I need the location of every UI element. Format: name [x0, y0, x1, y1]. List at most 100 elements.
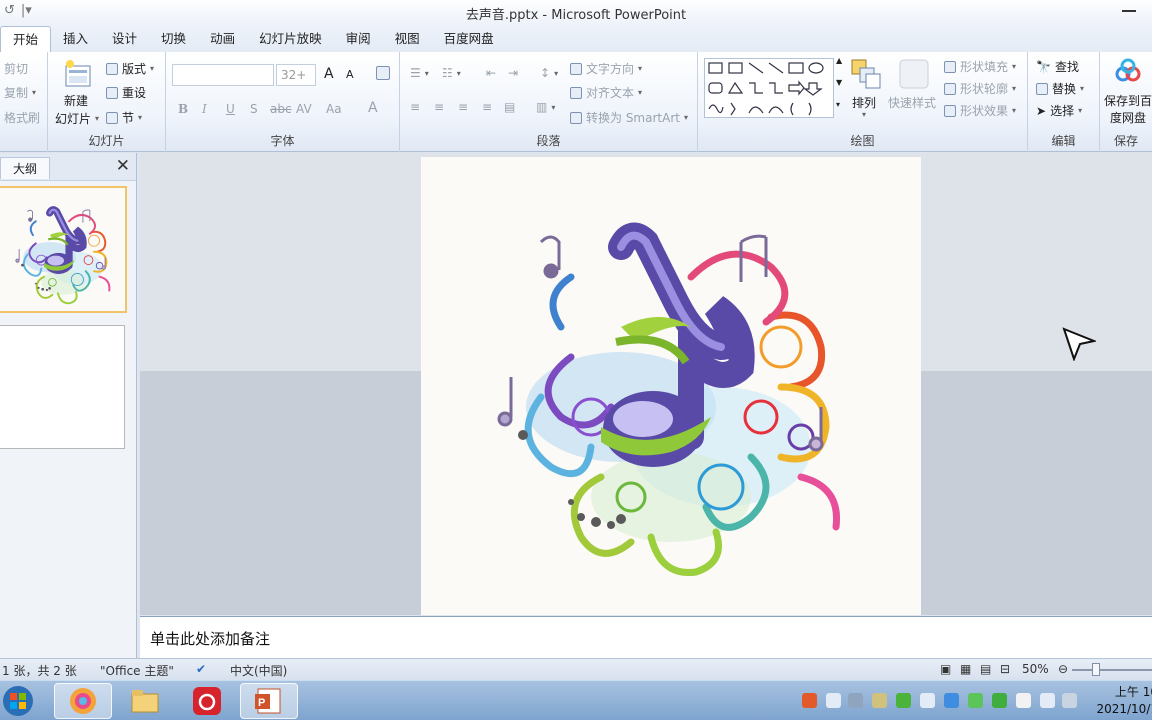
network-devices-icon[interactable]: [848, 693, 863, 708]
select-button[interactable]: ➤ 选择 ▾: [1036, 102, 1082, 119]
line-spacing-button[interactable]: ↕ ▾: [540, 66, 558, 80]
decrease-indent-button[interactable]: ⇤: [486, 66, 496, 80]
reset-button[interactable]: 重设: [106, 84, 146, 101]
system-clock[interactable]: 上午 10 2021/10/1: [1096, 684, 1152, 718]
reading-view-icon[interactable]: ▤: [980, 662, 991, 676]
network-icon[interactable]: [1062, 693, 1077, 708]
notes-pane[interactable]: 单击此处添加备注: [140, 616, 1152, 658]
grow-font-button[interactable]: A: [324, 66, 334, 82]
format-painter-button[interactable]: 格式刷: [4, 109, 40, 126]
font-size-select[interactable]: 32+: [276, 64, 316, 86]
shapes-scroll-down-icon[interactable]: ▼: [836, 78, 842, 87]
slides-group: 新建 幻灯片 ▾ 版式 ▾ 重设 节 ▾ 幻灯片: [48, 52, 166, 152]
font-color-button[interactable]: A: [368, 100, 378, 116]
speaker-icon[interactable]: [1040, 693, 1055, 708]
slideshow-view-icon[interactable]: ⊟: [1000, 662, 1010, 676]
tab-design[interactable]: 设计: [100, 26, 149, 52]
copy-button[interactable]: 复制 ▾: [4, 84, 36, 101]
zoom-out-icon[interactable]: ⊖: [1058, 662, 1068, 676]
title-bar: ↺ |▾ 去声音.pptx - Microsoft PowerPoint: [0, 0, 1152, 24]
align-center-button[interactable]: ≡: [434, 100, 444, 114]
file-explorer-icon[interactable]: [116, 683, 174, 719]
shapes-scroll-up-icon[interactable]: ▲: [836, 56, 842, 65]
shape-outline-button[interactable]: 形状轮廓 ▾: [944, 80, 1016, 97]
underline-button[interactable]: U: [226, 102, 235, 116]
find-button[interactable]: 🔭 查找: [1036, 58, 1079, 75]
netease-music-icon[interactable]: [178, 683, 236, 719]
spell-check-icon[interactable]: ✔: [196, 662, 206, 676]
new-slide-button[interactable]: 幻灯片 ▾: [55, 110, 99, 127]
distributed-button[interactable]: ▤: [504, 100, 515, 114]
minimize-button[interactable]: [1122, 2, 1136, 12]
tray-expand-icon[interactable]: [826, 693, 841, 708]
language-indicator[interactable]: 中文(中国): [230, 662, 287, 679]
increase-indent-button[interactable]: ⇥: [508, 66, 518, 80]
update-icon[interactable]: [992, 693, 1007, 708]
tab-animations[interactable]: 动画: [198, 26, 247, 52]
slide-thumbnail-1[interactable]: [0, 186, 127, 313]
arrange-button[interactable]: 排列: [852, 94, 876, 111]
tab-outline[interactable]: 大纲: [0, 157, 50, 179]
text-direction-icon: [570, 62, 582, 75]
reset-label: 重设: [122, 86, 147, 100]
tab-view[interactable]: 视图: [383, 26, 432, 52]
tab-baidu-netdisk[interactable]: 百度网盘: [432, 26, 506, 52]
smartart-button[interactable]: 转换为 SmartArt ▾: [570, 109, 688, 126]
tab-home[interactable]: 开始: [0, 26, 52, 52]
powerpoint-icon[interactable]: P: [240, 683, 298, 719]
bullets-button[interactable]: ☰ ▾: [410, 66, 429, 80]
clear-formatting-icon[interactable]: [376, 66, 390, 80]
tab-review[interactable]: 审阅: [334, 26, 383, 52]
slide-sorter-icon[interactable]: ▦: [960, 662, 971, 676]
section-button[interactable]: 节 ▾: [106, 109, 142, 126]
close-icon[interactable]: ✕: [116, 156, 130, 176]
start-orb-icon[interactable]: [0, 683, 42, 719]
theme-name[interactable]: "Office 主题": [100, 662, 174, 679]
shadow-button[interactable]: S: [250, 102, 258, 116]
align-text-button[interactable]: 对齐文本 ▾: [570, 84, 642, 101]
save-to-netdisk-label-2[interactable]: 度网盘: [1110, 109, 1146, 126]
justify-button[interactable]: ≡: [482, 100, 492, 114]
cut-button[interactable]: 剪切: [4, 60, 28, 77]
replace-button[interactable]: 替换 ▾: [1036, 80, 1084, 97]
quick-styles-button[interactable]: 快速样式: [888, 94, 936, 111]
bluetooth-icon[interactable]: [944, 693, 959, 708]
volume-alt-icon[interactable]: [920, 693, 935, 708]
numbering-button[interactable]: ☷ ▾: [442, 66, 461, 80]
new-slide-label-1[interactable]: 新建: [64, 92, 88, 109]
italic-button[interactable]: I: [202, 102, 207, 116]
ribbon-tabs: 开始 插入 设计 切换 动画 幻灯片放映 审阅 视图 百度网盘: [0, 24, 1152, 52]
shapes-gallery[interactable]: [704, 58, 834, 118]
normal-view-icon[interactable]: ▣: [940, 662, 951, 676]
shape-effects-button[interactable]: 形状效果 ▾: [944, 102, 1016, 119]
shrink-font-button[interactable]: A: [346, 68, 354, 81]
tab-insert[interactable]: 插入: [51, 26, 100, 52]
current-slide[interactable]: [421, 157, 921, 615]
wechat-icon[interactable]: [968, 693, 983, 708]
character-spacing-button[interactable]: AV: [296, 102, 312, 116]
bold-button[interactable]: B: [178, 102, 188, 116]
shape-fill-button[interactable]: 形状填充 ▾: [944, 58, 1016, 75]
usb-icon[interactable]: [1016, 693, 1031, 708]
layout-button[interactable]: 版式 ▾: [106, 60, 154, 77]
zoom-slider[interactable]: [1072, 669, 1152, 671]
columns-button[interactable]: ▥ ▾: [536, 100, 555, 114]
save-to-netdisk-label-1[interactable]: 保存到百: [1104, 92, 1152, 109]
tab-slideshow[interactable]: 幻灯片放映: [247, 26, 334, 52]
change-case-button[interactable]: Aa: [326, 102, 342, 116]
sogou-input-icon[interactable]: [802, 693, 817, 708]
security-icon[interactable]: [896, 693, 911, 708]
font-name-select[interactable]: [172, 64, 274, 86]
align-right-button[interactable]: ≡: [458, 100, 468, 114]
zoom-slider-handle[interactable]: [1092, 663, 1100, 676]
shapes-more-icon[interactable]: ▾: [836, 100, 840, 109]
zoom-level[interactable]: 50%: [1022, 662, 1049, 676]
slide-thumbnail-2[interactable]: [0, 325, 125, 449]
text-direction-button[interactable]: 文字方向 ▾: [570, 60, 642, 77]
strikethrough-button[interactable]: abc: [270, 102, 292, 116]
browser-icon[interactable]: [54, 683, 112, 719]
align-left-button[interactable]: ≡: [410, 100, 420, 114]
tab-transitions[interactable]: 切换: [149, 26, 198, 52]
quick-styles-icon: [899, 59, 929, 89]
clipboard-tray-icon[interactable]: [872, 693, 887, 708]
